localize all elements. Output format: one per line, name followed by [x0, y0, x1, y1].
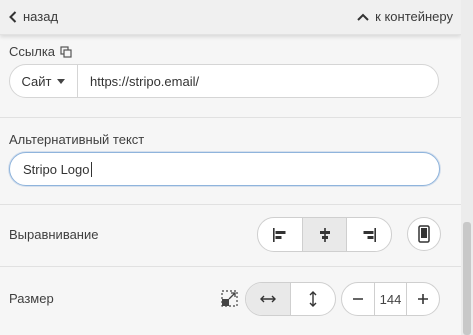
mobile-view-toggle[interactable]	[407, 217, 441, 251]
link-type-dropdown[interactable]: Сайт	[10, 65, 78, 97]
plus-icon	[418, 294, 429, 304]
back-label: назад	[23, 9, 59, 24]
alignment-segmented-control	[257, 217, 392, 252]
link-input-group: Сайт https://stripo.email/	[9, 64, 439, 98]
align-center-button[interactable]	[302, 218, 348, 251]
left-align-icon	[272, 227, 286, 242]
size-label: Размер	[9, 291, 54, 306]
go-to-container-button[interactable]: к контейнеру	[357, 9, 453, 24]
top-navigation-bar: назад к контейнеру	[0, 0, 461, 35]
link-label: Ссылка	[9, 44, 56, 59]
minus-icon	[352, 298, 363, 300]
copy-icon[interactable]	[60, 45, 72, 58]
vertical-resize-icon	[309, 291, 317, 307]
divider	[0, 204, 461, 205]
chevron-left-icon	[9, 10, 17, 23]
divider	[0, 117, 461, 118]
width-mode-button[interactable]	[246, 283, 291, 315]
chevron-up-icon	[357, 13, 369, 21]
alt-text-input[interactable]: Stripo Logo	[9, 152, 440, 186]
divider	[0, 266, 461, 267]
align-right-button[interactable]	[347, 218, 391, 251]
container-label: к контейнеру	[375, 9, 453, 24]
height-mode-button[interactable]	[291, 283, 335, 315]
size-value-input[interactable]: 144	[375, 283, 408, 315]
back-button[interactable]: назад	[9, 9, 58, 24]
caret-down-icon	[57, 78, 66, 84]
text-cursor	[90, 161, 92, 177]
align-left-button[interactable]	[258, 218, 303, 251]
decrease-size-button[interactable]	[342, 283, 375, 315]
increase-size-button[interactable]	[407, 283, 439, 315]
alt-text-value: Stripo Logo	[23, 161, 90, 177]
link-label-row: Ссылка	[9, 44, 72, 59]
alignment-label: Выравнивание	[9, 227, 99, 242]
scrollbar-thumb[interactable]	[463, 222, 471, 335]
mobile-phone-icon	[418, 225, 430, 243]
size-stepper: 144	[341, 282, 440, 316]
alt-text-label: Альтернативный текст	[9, 132, 145, 147]
center-align-icon	[319, 227, 330, 242]
right-align-icon	[363, 227, 377, 242]
auto-size-icon[interactable]	[221, 290, 238, 307]
horizontal-resize-icon	[260, 295, 276, 303]
link-type-value: Сайт	[21, 73, 52, 89]
size-mode-segmented-control	[245, 282, 336, 316]
link-url-input[interactable]: https://stripo.email/	[78, 65, 438, 97]
